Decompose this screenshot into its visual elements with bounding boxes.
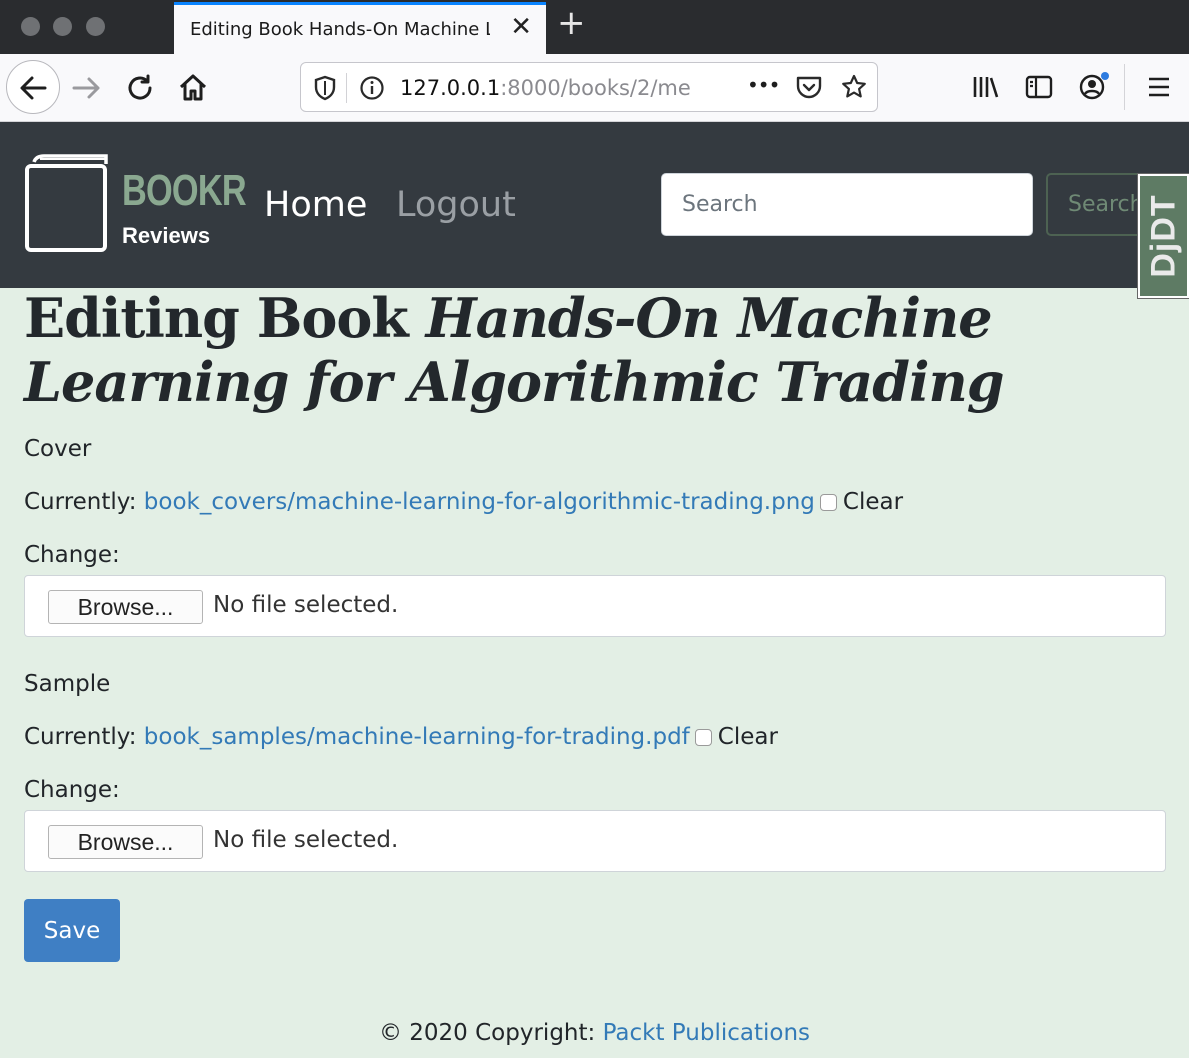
nav-link-logout[interactable]: Logout [396,185,516,225]
page-title: Editing Book Hands-On Machine Learning f… [24,286,1005,414]
window-close-control[interactable] [21,17,40,36]
book-logo-icon[interactable] [24,154,110,252]
sample-change-label: Change: [24,777,120,803]
sidebar-icon[interactable] [1025,74,1053,104]
pocket-icon[interactable] [795,74,823,104]
more-actions-icon[interactable]: ••• [747,73,780,97]
tab-title: Editing Book Hands-On Machine Learning f… [190,19,490,40]
browser-toolbar: 127.0.0.1:8000/books/2/media/ ••• [0,54,1189,122]
cover-browse-button[interactable]: Browse... [48,590,203,624]
nav-link-home[interactable]: Home [264,185,367,225]
cover-label: Cover [24,436,92,462]
account-icon[interactable] [1078,72,1110,106]
cover-clear-checkbox[interactable] [819,494,837,511]
cover-file-input[interactable]: Browse... No file selected. [24,575,1166,637]
url-divider [346,73,347,103]
sample-current-file-link[interactable]: book_samples/machine-learning-for-tradin… [144,724,690,750]
brand-name[interactable]: BOOKR [122,166,247,216]
sample-file-input[interactable]: Browse... No file selected. [24,810,1166,872]
sample-clear-checkbox[interactable] [694,729,712,746]
brand-subtitle[interactable]: Reviews [122,223,210,249]
cover-current-file-link[interactable]: book_covers/machine-learning-for-algorit… [144,489,815,515]
site-navbar: BOOKR Reviews Home Logout Search [0,122,1189,288]
cover-no-file-text: No file selected. [213,592,399,618]
sample-clear-label[interactable]: Clear [718,724,778,750]
sample-browse-button[interactable]: Browse... [48,825,203,859]
sample-currently-row: Currently: book_samples/machine-learning… [24,724,778,750]
close-icon[interactable]: ✕ [510,14,532,40]
debug-toolbar-handle[interactable]: DjDT [1137,173,1189,299]
save-button[interactable]: Save [24,899,120,962]
window-minimize-control[interactable] [53,17,72,36]
window-zoom-control[interactable] [86,17,105,36]
reload-icon[interactable] [124,72,156,108]
shield-icon[interactable] [313,75,337,105]
toolbar-divider [1124,64,1125,110]
library-icon[interactable] [972,74,1000,104]
sample-label: Sample [24,671,111,697]
info-icon[interactable] [359,75,385,105]
cover-change-label: Change: [24,542,120,568]
url-bar[interactable]: 127.0.0.1:8000/books/2/media/ ••• [300,62,878,112]
back-icon[interactable] [6,60,60,114]
new-tab-icon[interactable]: + [557,6,586,40]
bookmark-star-icon[interactable] [840,73,868,105]
cover-currently-row: Currently: book_covers/machine-learning-… [24,489,904,515]
sample-no-file-text: No file selected. [213,827,399,853]
browser-tab-bar: Editing Book Hands-On Machine Learning f… [0,0,1189,54]
home-icon[interactable] [176,71,210,109]
url-text[interactable]: 127.0.0.1:8000/books/2/media/ [400,76,690,100]
footer-copyright: © 2020 Copyright: [378,1020,603,1046]
hamburger-menu-icon[interactable] [1147,76,1171,102]
forward-icon[interactable] [70,72,104,108]
footer: © 2020 Copyright: Packt Publications [0,1020,1189,1046]
search-input[interactable] [661,173,1033,236]
debug-toolbar-label: DjDT [1144,194,1182,278]
cover-clear-label[interactable]: Clear [843,489,903,515]
footer-publisher-link[interactable]: Packt Publications [603,1020,810,1046]
browser-tab-active[interactable]: Editing Book Hands-On Machine Learning f… [174,2,546,54]
